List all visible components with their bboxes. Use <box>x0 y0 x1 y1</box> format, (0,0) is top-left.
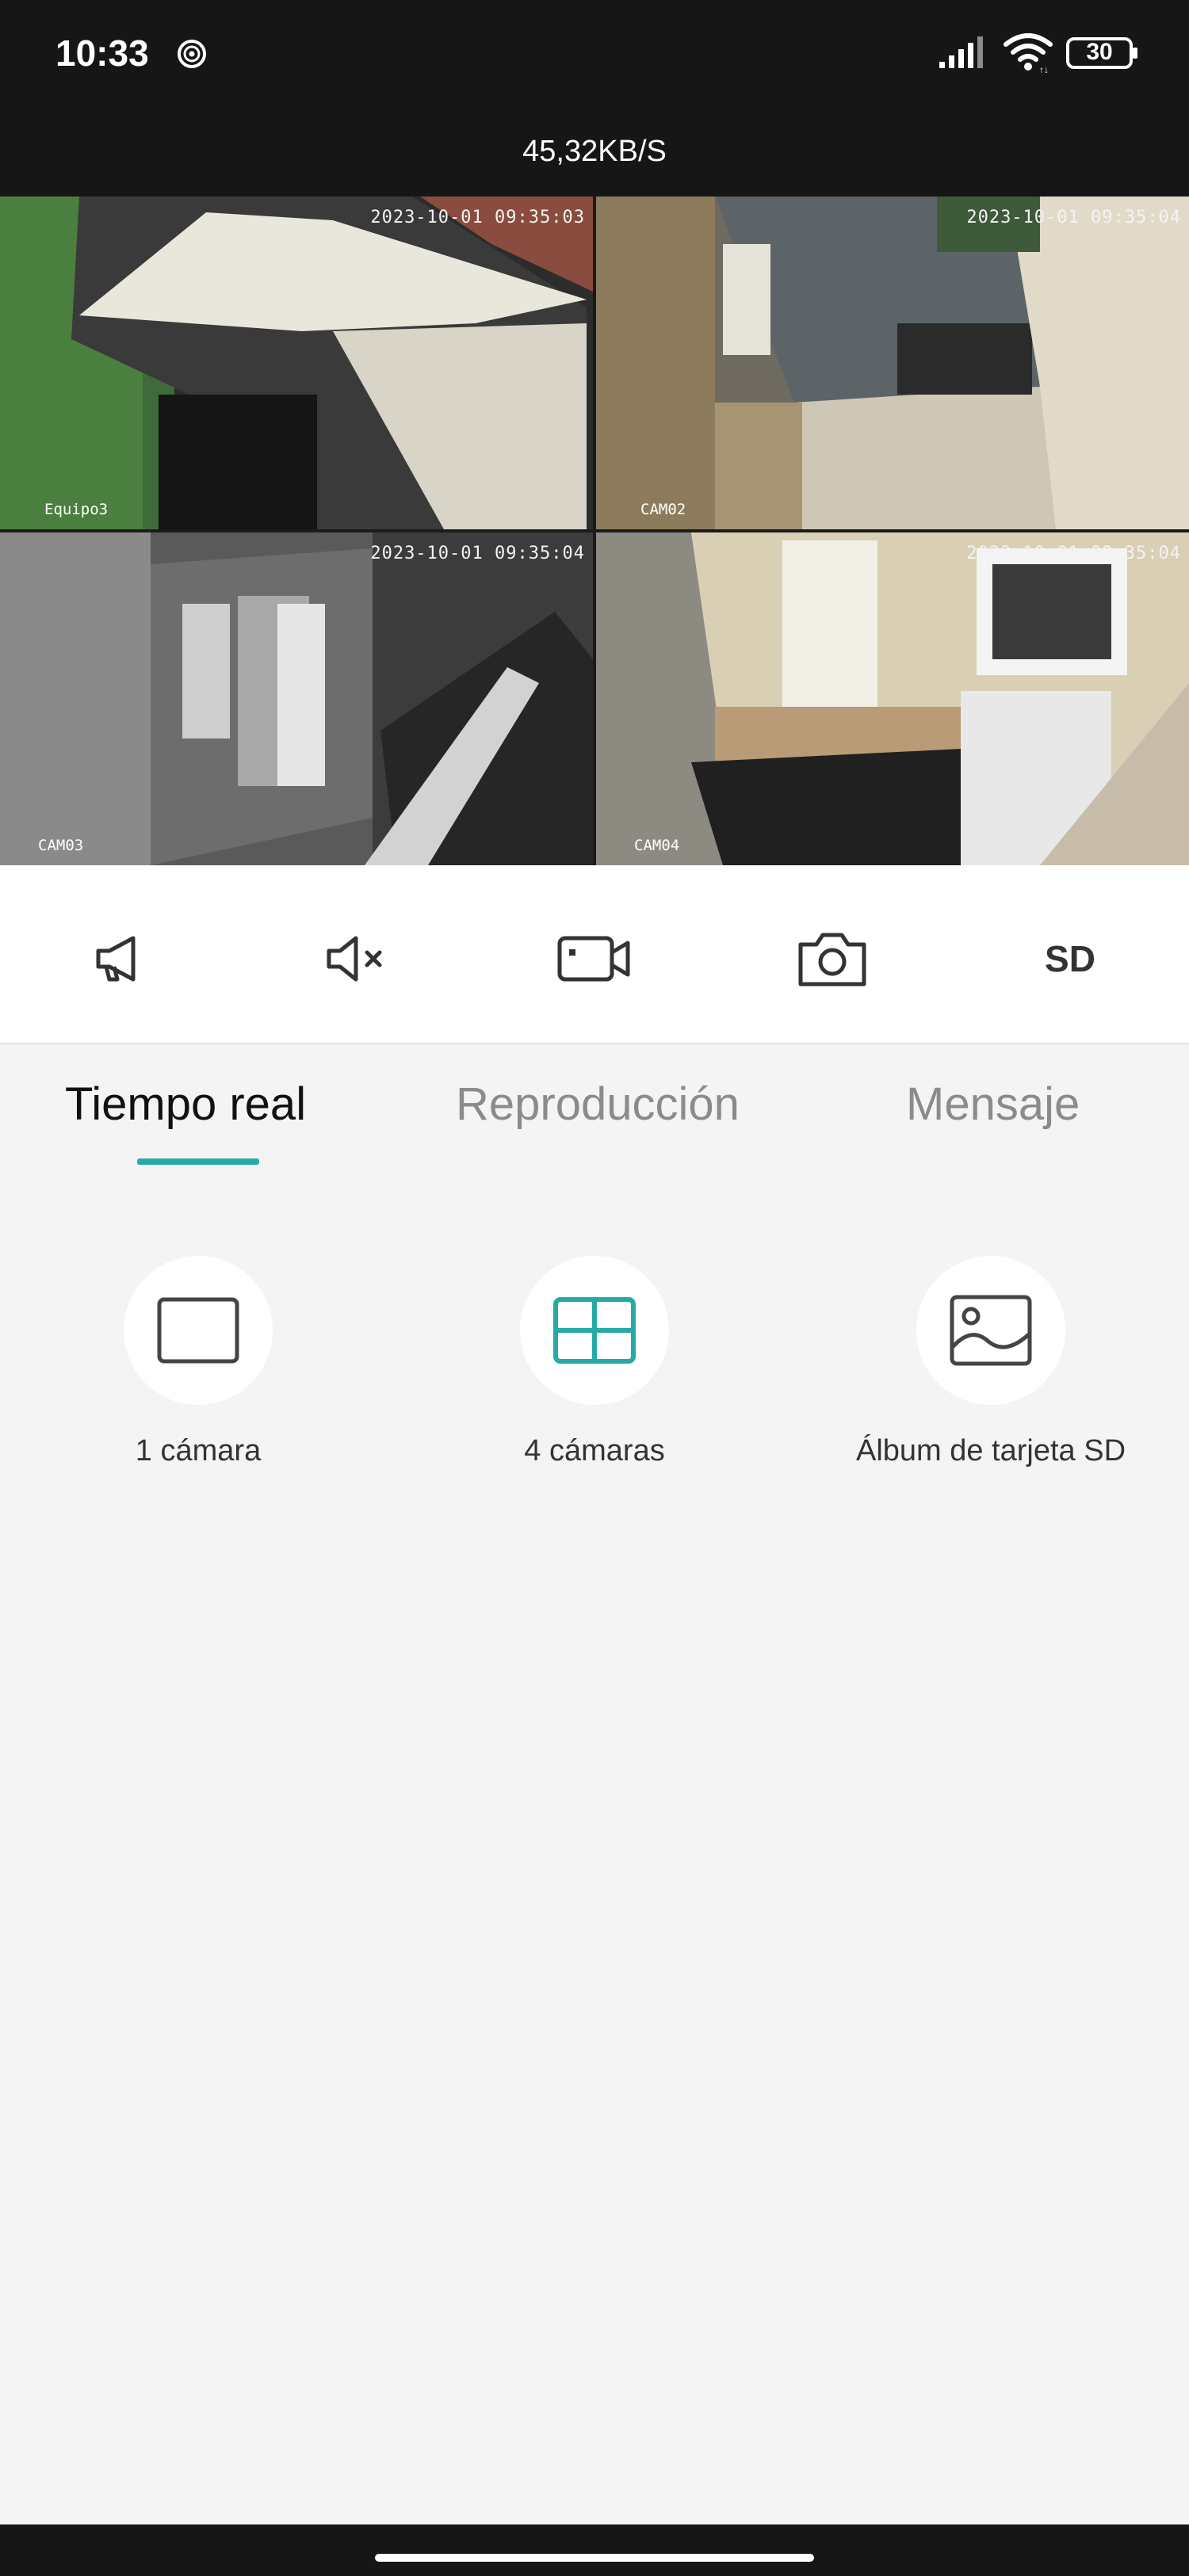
tab-reproduccion[interactable]: Reproducción <box>456 1078 740 1131</box>
talk-button[interactable] <box>79 919 159 998</box>
camera-feed-3-image <box>0 532 593 865</box>
quad-view-label: 4 cámaras <box>524 1434 665 1467</box>
stream-speed: 45,32KB/S <box>522 135 667 168</box>
camera-feed-1[interactable]: 2023-10-01 09:35:03 Equipo3 <box>0 197 593 529</box>
navigation-bar <box>0 2524 1189 2576</box>
home-indicator[interactable] <box>375 2554 814 2562</box>
record-icon <box>178 40 206 68</box>
camera-label: CAM04 <box>634 837 680 854</box>
quad-view-button[interactable] <box>520 1256 669 1405</box>
camera-feed-3[interactable]: 2023-10-01 09:35:04 CAM03 <box>0 532 593 865</box>
battery-level: 30 <box>1086 39 1113 65</box>
tab-mensaje[interactable]: Mensaje <box>906 1078 1080 1131</box>
wifi-icon: ↑↓ <box>1004 33 1053 73</box>
camera-timestamp: 2023-10-01 09:35:04 <box>966 208 1181 227</box>
camera-grid[interactable]: 2023-10-01 09:35:03 Equipo3 2023-10-01 0… <box>0 197 1189 865</box>
camera-timestamp: 2023-10-01 09:35:04 <box>966 544 1181 563</box>
quad-view-icon <box>553 1297 636 1364</box>
signal-icon <box>939 36 983 68</box>
camera-feed-2[interactable]: 2023-10-01 09:35:04 CAM02 <box>596 197 1189 529</box>
camera-feed-1-image <box>0 197 593 529</box>
mute-button[interactable] <box>317 919 396 998</box>
tab-tiempo-real[interactable]: Tiempo real <box>65 1078 306 1131</box>
camera-feed-2-image <box>596 197 1189 529</box>
status-time: 10:33 <box>55 32 149 74</box>
snapshot-button[interactable] <box>793 919 872 998</box>
sd-album-label: Álbum de tarjeta SD <box>855 1434 1126 1467</box>
single-view-icon <box>157 1297 239 1364</box>
sd-quality-button[interactable]: SD <box>1030 919 1110 998</box>
svg-text:↑↓: ↑↓ <box>1039 64 1049 73</box>
camera-label: CAM03 <box>38 837 84 854</box>
camera-icon <box>798 933 866 987</box>
status-bar: 10:33 ↑↓ 30 <box>0 0 1189 108</box>
stream-info-bar: 45,32KB/S <box>0 108 1189 197</box>
single-view-button[interactable] <box>124 1256 273 1405</box>
record-video-button[interactable] <box>555 919 634 998</box>
mute-icon <box>327 936 382 982</box>
camera-feed-4-image <box>596 532 1189 865</box>
camera-timestamp: 2023-10-01 09:35:03 <box>370 208 585 227</box>
camera-label: Equipo3 <box>44 501 109 518</box>
megaphone-icon <box>96 936 136 982</box>
single-view-label: 1 cámara <box>135 1434 262 1467</box>
control-toolbar: SD <box>0 865 1189 1044</box>
album-icon <box>950 1295 1032 1366</box>
camera-timestamp: 2023-10-01 09:35:04 <box>370 544 585 563</box>
active-tab-indicator <box>137 1158 259 1165</box>
video-record-icon <box>557 936 630 982</box>
camera-feed-4[interactable]: 2023-10-01 09:35:04 CAM04 <box>596 532 1189 865</box>
camera-label: CAM02 <box>640 501 686 518</box>
sd-album-button[interactable] <box>916 1256 1065 1405</box>
